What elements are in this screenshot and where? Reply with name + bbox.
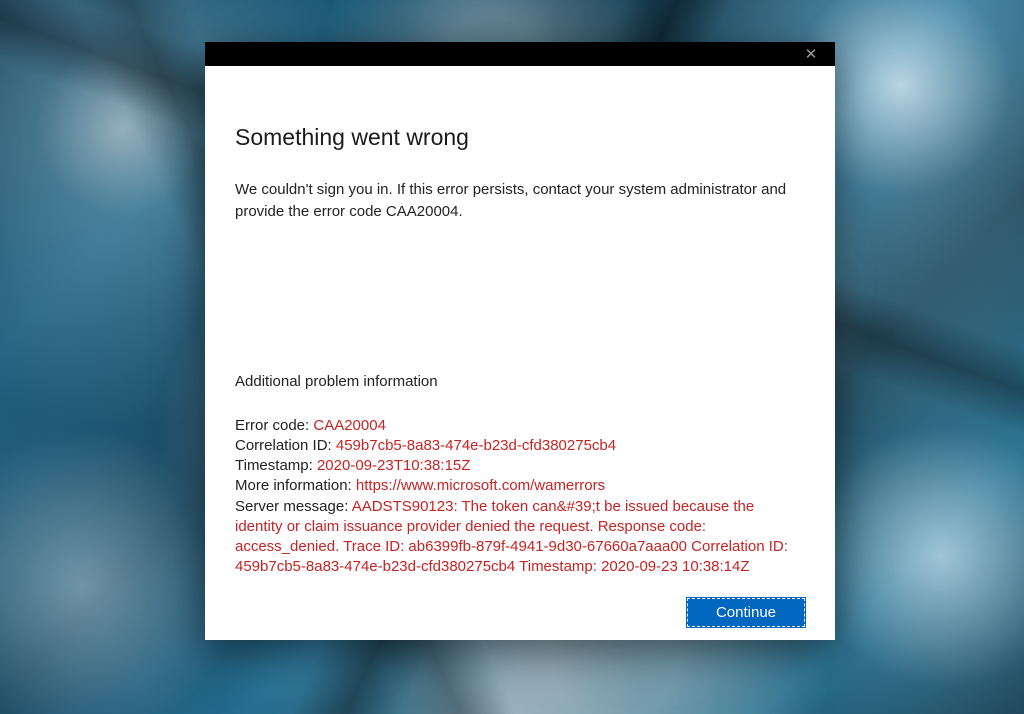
continue-button[interactable]: Continue [687,598,805,627]
more-info-label: More information: [235,477,356,494]
correlation-id-value: 459b7cb5-8a83-474e-b23d-cfd380275cb4 [336,437,616,454]
error-details: Error code: CAA20004 Correlation ID: 459… [235,416,805,578]
timestamp-row: Timestamp: 2020-09-23T10:38:15Z [235,456,805,476]
correlation-id-row: Correlation ID: 459b7cb5-8a83-474e-b23d-… [235,436,805,456]
more-info-value[interactable]: https://www.microsoft.com/wamerrors [356,477,605,494]
error-description: We couldn't sign you in. If this error p… [235,179,795,223]
more-info-row: More information: https://www.microsoft.… [235,476,805,496]
timestamp-label: Timestamp: [235,457,317,474]
error-code-label: Error code: [235,417,313,434]
error-code-row: Error code: CAA20004 [235,416,805,436]
dialog-footer: Continue [205,598,835,651]
error-code-value: CAA20004 [313,417,386,434]
dialog-content: Something went wrong We couldn't sign yo… [205,66,835,598]
dialog-titlebar: ✕ [205,42,835,66]
server-message-row: Server message: AADSTS90123: The token c… [235,497,805,578]
close-icon[interactable]: ✕ [799,42,823,66]
error-dialog: ✕ Something went wrong We couldn't sign … [205,42,835,640]
additional-info-heading: Additional problem information [235,373,805,390]
correlation-id-label: Correlation ID: [235,437,336,454]
error-heading: Something went wrong [235,124,805,151]
server-message-label: Server message: [235,498,352,515]
timestamp-value: 2020-09-23T10:38:15Z [317,457,470,474]
